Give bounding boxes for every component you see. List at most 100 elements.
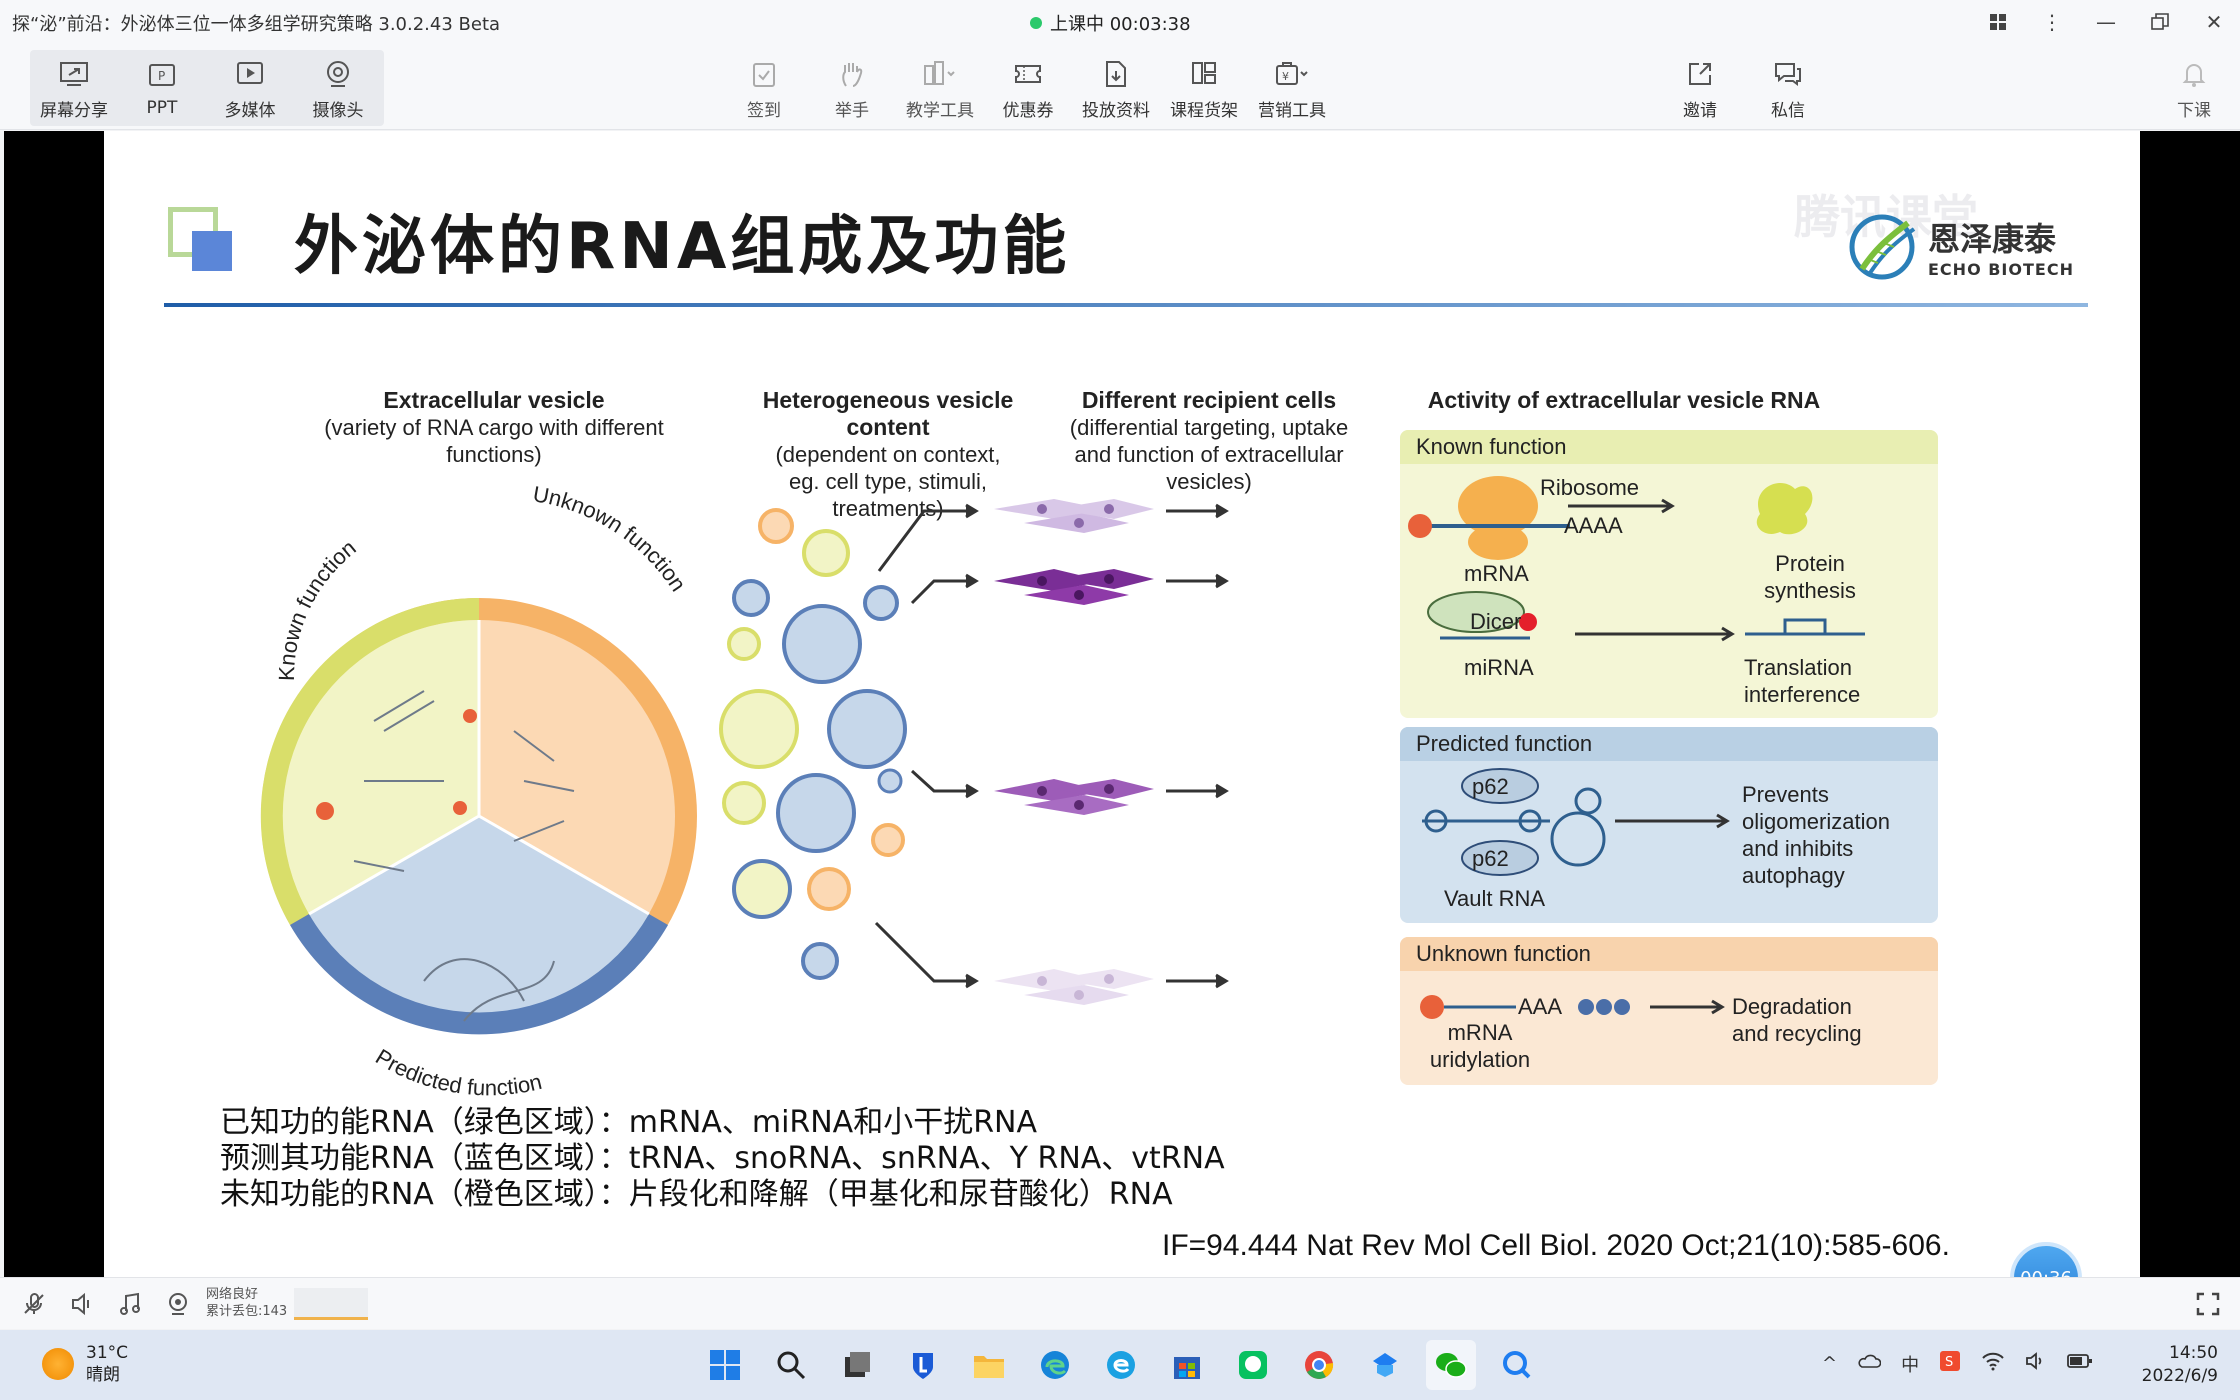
col3-title: Different recipient cells (1081, 387, 1337, 413)
tray-overflow-icon[interactable]: ^ (1822, 1353, 1837, 1374)
teaching-tools-button[interactable]: 教学工具 (896, 50, 984, 126)
classroom-toolbar: 屏幕分享 P PPT 多媒体 摄像头 签到 举手 教学工具 优惠券 投放资料 课… (0, 44, 2240, 130)
slide: 腾讯课堂 外泌体的RNA组成及功能 恩泽康泰 ECHO BIOTECH Extr… (104, 131, 2140, 1277)
end-class-area: 下课 (2150, 50, 2238, 126)
wifi-icon[interactable] (1981, 1351, 2005, 1376)
presentation-stage: 腾讯课堂 外泌体的RNA组成及功能 恩泽康泰 ECHO BIOTECH Extr… (4, 131, 2140, 1277)
battery-icon[interactable] (2067, 1353, 2093, 1374)
close-icon[interactable]: ✕ (2198, 4, 2230, 40)
prevents-label: Prevents oligomerization and inhibits au… (1742, 782, 1890, 888)
clock-date: 2022/6/9 (2141, 1366, 2218, 1386)
system-tray: ^ 中 S (1822, 1350, 2093, 1377)
raise-hand-label: 举手 (835, 100, 869, 121)
message-icon (1768, 56, 1808, 92)
camera-status-icon[interactable] (162, 1288, 194, 1320)
marketing-tools-button[interactable]: ¥ 营销工具 (1248, 50, 1336, 126)
camera-button[interactable]: 摄像头 (294, 50, 382, 126)
window-title: 探“泌”前沿：外泌体三位一体多组学研究策略 3.0.2.43 Beta (12, 14, 501, 35)
window-controls: ⋮ — ✕ (1982, 4, 2230, 40)
ppt-button[interactable]: P PPT (118, 50, 206, 126)
distribute-materials-button[interactable]: 投放资料 (1072, 50, 1160, 126)
teaching-tools: 签到 举手 教学工具 优惠券 投放资料 课程货架 ¥ 营销工具 (720, 50, 1336, 126)
volume-icon[interactable] (2025, 1351, 2047, 1376)
check-in-label: 签到 (747, 100, 781, 121)
screen-share-button[interactable]: 屏幕分享 (30, 50, 118, 126)
taskbar-apps (700, 1340, 1542, 1390)
ppt-label: PPT (146, 98, 178, 118)
private-message-button[interactable]: 私信 (1744, 50, 1832, 126)
classroom-app-icon[interactable] (1360, 1340, 1410, 1390)
apps-grid-icon[interactable] (1982, 4, 2014, 40)
vesicle-diagram: Known function Unknown function Predicte… (260, 481, 1229, 1100)
col1-title: Extracellular vesicle (383, 387, 605, 413)
network-status: 网络良好 累计丢包:143 (206, 1286, 287, 1320)
wechat-icon[interactable] (1426, 1340, 1476, 1390)
status-controls (18, 1288, 194, 1320)
restore-icon[interactable] (2144, 4, 2176, 40)
weather-widget[interactable]: 31°C 晴朗 (42, 1342, 128, 1386)
coupon-button[interactable]: 优惠券 (984, 50, 1072, 126)
start-icon[interactable] (700, 1340, 750, 1390)
raise-hand-button[interactable]: 举手 (808, 50, 896, 126)
company-logo: 恩泽康泰 ECHO BIOTECH (1844, 211, 2074, 281)
clock-time: 14:50 (2169, 1343, 2218, 1363)
slide-title: 外泌体的RNA组成及功能 (294, 210, 1071, 284)
mic-muted-icon[interactable] (18, 1288, 50, 1320)
chrome-icon[interactable] (1294, 1340, 1344, 1390)
arc-unknown-label: Unknown function (531, 481, 691, 596)
invite-button[interactable]: 邀请 (1656, 50, 1744, 126)
col4-title: Activity of extracellular vesicle RNA (1427, 387, 1821, 413)
arc-predicted-label: Predicted function (371, 1044, 544, 1100)
mrna-uridylation-label: mRNA uridylation (1429, 1020, 1531, 1072)
more-menu-icon[interactable]: ⋮ (2036, 4, 2068, 40)
security-app-icon[interactable] (898, 1340, 948, 1390)
bell-icon (2174, 56, 2214, 92)
sun-icon (42, 1348, 74, 1380)
edge-browser-icon[interactable] (1030, 1340, 1080, 1390)
logo-english-name: ECHO BIOTECH (1928, 259, 2074, 279)
title-rule (164, 303, 2088, 307)
unknown-function-header: Unknown function (1400, 937, 1938, 971)
tencent-meeting-icon[interactable] (1492, 1340, 1542, 1390)
task-view-icon[interactable] (832, 1340, 882, 1390)
windows-taskbar: 31°C 晴朗 ^ 中 S 14:50 2022/6/9 (0, 1330, 2240, 1400)
social-tools: 邀请 私信 (1656, 50, 1832, 126)
col1-subtitle: (variety of RNA cargo with different fun… (324, 415, 664, 467)
logo-chinese-name: 恩泽康泰 (1928, 219, 2057, 258)
coupon-icon (1008, 56, 1048, 92)
onedrive-icon[interactable] (1857, 1353, 1882, 1374)
chat-app-icon[interactable] (1228, 1340, 1278, 1390)
known-function-header: Known function (1400, 430, 1938, 464)
multimedia-button[interactable]: 多媒体 (206, 50, 294, 126)
p62-bottom-label: p62 (1472, 846, 1509, 871)
multimedia-icon (230, 56, 270, 92)
end-class-label: 下课 (2177, 100, 2211, 121)
file-explorer-icon[interactable] (964, 1340, 1014, 1390)
multimedia-label: 多媒体 (224, 100, 276, 121)
dicer-label: Dicer (1470, 609, 1522, 634)
col4-header: Activity of extracellular vesicle RNA (1404, 387, 1844, 414)
coupon-label: 优惠券 (1002, 100, 1054, 121)
speaker-muted-icon[interactable] (66, 1288, 98, 1320)
check-in-button[interactable]: 签到 (720, 50, 808, 126)
clock[interactable]: 14:50 2022/6/9 (2122, 1342, 2218, 1388)
store-icon[interactable] (1162, 1340, 1212, 1390)
browser-e-icon[interactable] (1096, 1340, 1146, 1390)
minimize-icon[interactable]: — (2090, 4, 2122, 40)
course-shelf-button[interactable]: 课程货架 (1160, 50, 1248, 126)
sogou-ime-icon[interactable]: S (1939, 1350, 1961, 1377)
shelf-icon (1184, 56, 1224, 92)
music-icon[interactable] (114, 1288, 146, 1320)
protein-synthesis-label: Protein synthesis (1764, 551, 1856, 603)
end-class-button[interactable]: 下课 (2150, 50, 2238, 126)
svg-text:¥: ¥ (1282, 70, 1289, 83)
distribute-materials-label: 投放资料 (1082, 100, 1150, 121)
fullscreen-icon[interactable] (2192, 1288, 2224, 1320)
live-status: 上课中 00:03:38 (1030, 10, 1191, 36)
ribosome-label: Ribosome (1540, 475, 1640, 500)
ime-indicator[interactable]: 中 (1901, 1351, 1919, 1377)
stage-margin (2140, 131, 2240, 1277)
title-decoration-fill (192, 231, 232, 271)
search-icon[interactable] (766, 1340, 816, 1390)
aaa-label: AAA (1518, 994, 1563, 1019)
